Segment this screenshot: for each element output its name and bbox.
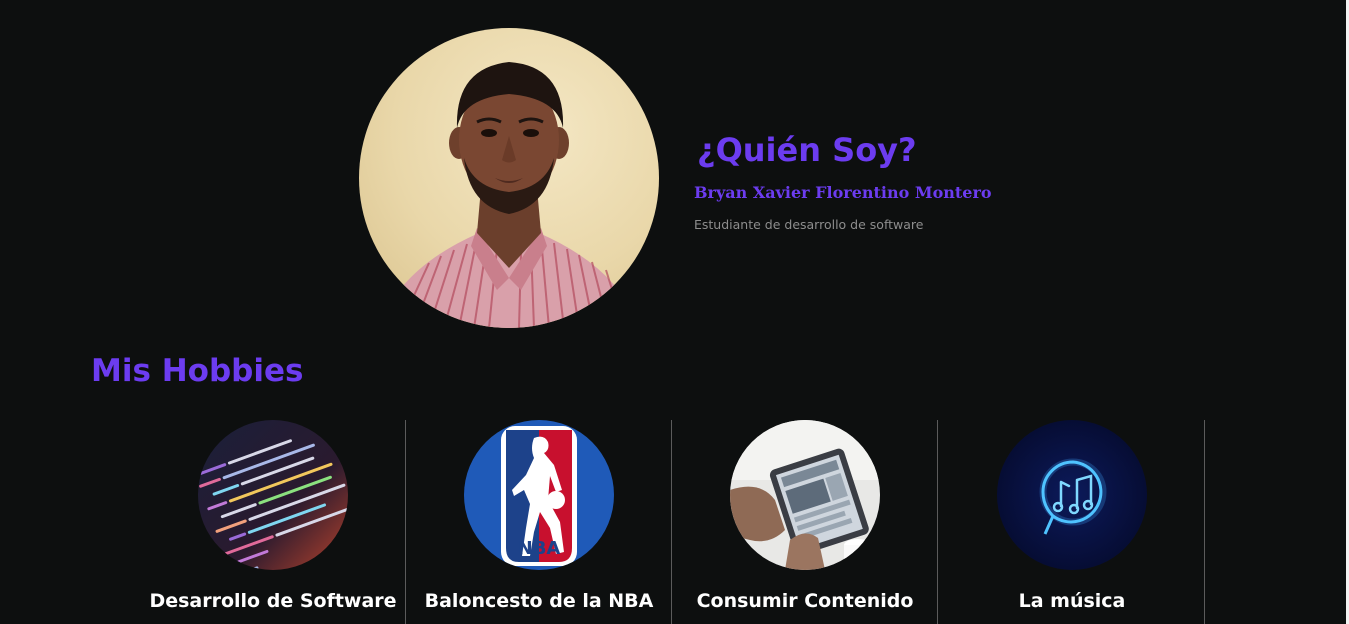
music-note-icon [997, 420, 1147, 570]
hobby-label: La música [1018, 590, 1126, 612]
hobby-card-content: Consumir Contenido [672, 420, 938, 624]
profile-photo [359, 28, 659, 328]
profile-name: Bryan Xavier Florentino Montero [694, 183, 992, 202]
about-title: ¿Quién Soy? [697, 131, 917, 169]
tablet-image [730, 420, 880, 570]
hobby-label: Desarrollo de Software [149, 590, 397, 612]
profile-role: Estudiante de desarrollo de software [694, 217, 924, 232]
about-section: ¿Quién Soy? Bryan Xavier Florentino Mont… [694, 128, 992, 234]
hobby-card-nba: NBA Baloncesto de la NBA [406, 420, 672, 624]
hobby-card-music: La música [939, 420, 1205, 624]
svg-text:NBA: NBA [518, 538, 561, 559]
page: ¿Quién Soy? Bryan Xavier Florentino Mont… [0, 0, 1349, 624]
hobby-label: Baloncesto de la NBA [424, 590, 654, 612]
hobbies-title: Mis Hobbies [91, 353, 304, 389]
hobby-card-software: Desarrollo de Software [140, 420, 406, 624]
nba-logo: NBA [464, 420, 614, 570]
hobby-label: Consumir Contenido [696, 590, 914, 612]
code-image [198, 420, 348, 570]
